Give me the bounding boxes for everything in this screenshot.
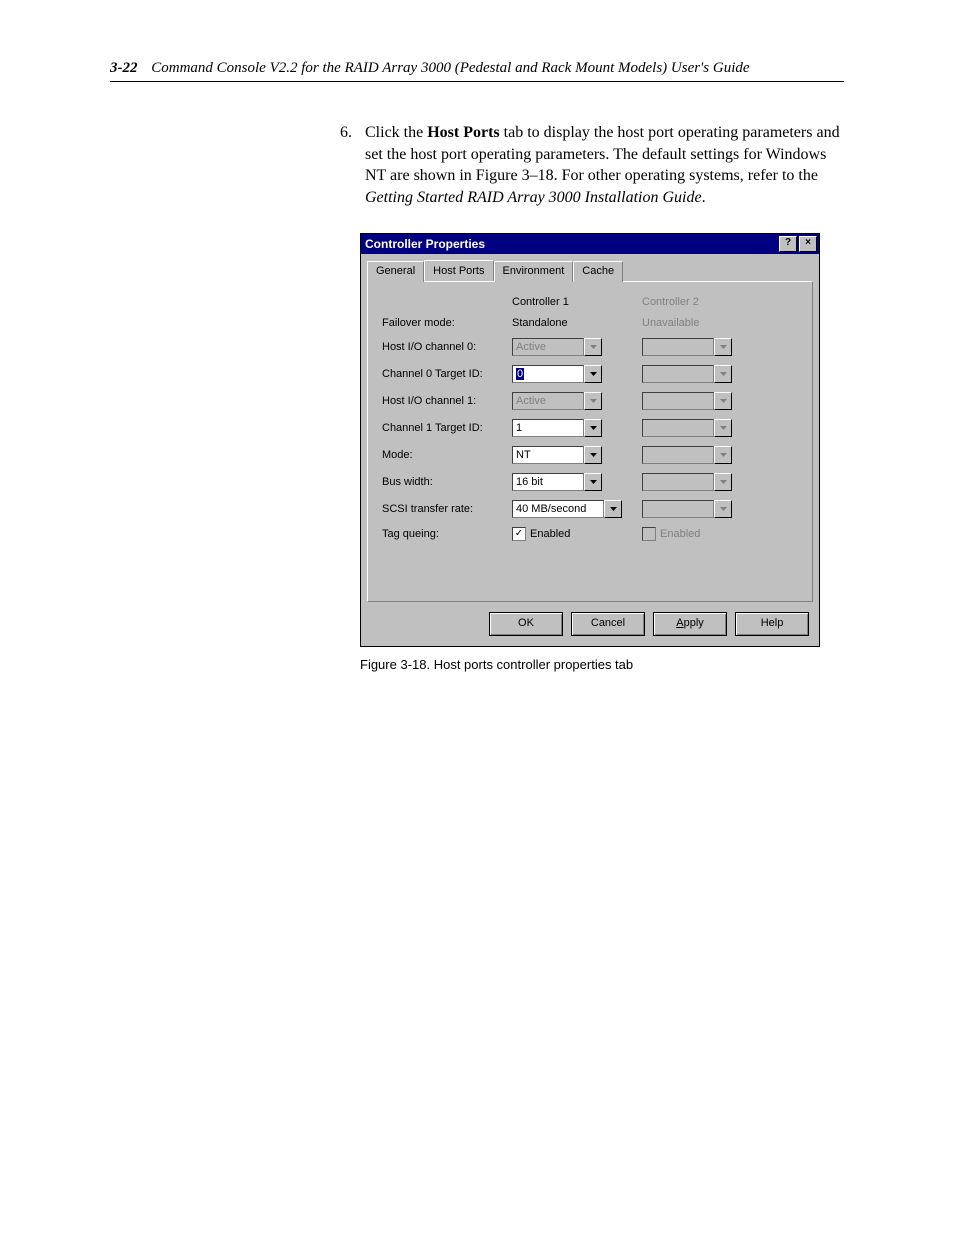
- chevron-down-icon: [714, 473, 732, 491]
- chevron-down-icon: [714, 419, 732, 437]
- chevron-down-icon: [584, 338, 602, 356]
- chevron-down-icon[interactable]: [604, 500, 622, 518]
- help-icon[interactable]: ?: [779, 236, 797, 252]
- combo-ch1-target-c1[interactable]: 1: [512, 419, 602, 437]
- value-failover-c2: Unavailable: [642, 317, 762, 329]
- label-ch0: Host I/O channel 0:: [382, 341, 502, 353]
- combo-buswidth-c2: [642, 473, 732, 491]
- chevron-down-icon: [714, 365, 732, 383]
- col-header-controller1: Controller 1: [512, 296, 632, 308]
- host-ports-panel: Controller 1 Controller 2 Failover mode:…: [367, 281, 813, 602]
- tabstrip: General Host Ports Environment Cache: [361, 254, 819, 281]
- tab-general[interactable]: General: [367, 261, 424, 282]
- combo-ch1-target-c2: [642, 419, 732, 437]
- chevron-down-icon: [714, 446, 732, 464]
- combo-mode-c1[interactable]: NT: [512, 446, 602, 464]
- chevron-down-icon: [714, 500, 732, 518]
- controller-properties-dialog: Controller Properties ? × General Host P…: [360, 233, 820, 647]
- label-ch0-target: Channel 0 Target ID:: [382, 368, 502, 380]
- label-ch1: Host I/O channel 1:: [382, 395, 502, 407]
- combo-ch1-c1: Active: [512, 392, 602, 410]
- combo-scsi-c2: [642, 500, 732, 518]
- tab-cache[interactable]: Cache: [573, 261, 623, 282]
- ok-button[interactable]: OK: [489, 612, 563, 636]
- close-icon[interactable]: ×: [799, 236, 817, 252]
- figure-caption: Figure 3-18. Host ports controller prope…: [360, 657, 844, 672]
- combo-ch0-c2: [642, 338, 732, 356]
- cancel-button[interactable]: Cancel: [571, 612, 645, 636]
- help-button[interactable]: Help: [735, 612, 809, 636]
- chevron-down-icon[interactable]: [584, 419, 602, 437]
- apply-button[interactable]: Apply: [653, 612, 727, 636]
- combo-ch1-c2: [642, 392, 732, 410]
- label-ch1-target: Channel 1 Target ID:: [382, 422, 502, 434]
- chevron-down-icon[interactable]: [584, 473, 602, 491]
- tab-environment[interactable]: Environment: [494, 261, 574, 282]
- check-icon: ✓: [512, 527, 526, 541]
- label-scsi: SCSI transfer rate:: [382, 503, 502, 515]
- combo-ch0-c1: Active: [512, 338, 602, 356]
- col-header-controller2: Controller 2: [642, 296, 762, 308]
- dialog-title: Controller Properties: [365, 237, 777, 251]
- combo-ch0-target-c1[interactable]: 0: [512, 365, 602, 383]
- dialog-buttons: OK Cancel Apply Help: [361, 608, 819, 646]
- checkbox-tag-c2: Enabled: [642, 527, 762, 541]
- chevron-down-icon: [714, 338, 732, 356]
- tab-host-ports[interactable]: Host Ports: [424, 260, 493, 281]
- label-mode: Mode:: [382, 449, 502, 461]
- chevron-down-icon[interactable]: [584, 365, 602, 383]
- label-buswidth: Bus width:: [382, 476, 502, 488]
- label-tag: Tag queing:: [382, 528, 502, 540]
- chevron-down-icon[interactable]: [584, 446, 602, 464]
- doc-title: Command Console V2.2 for the RAID Array …: [151, 60, 749, 76]
- step-number: 6.: [340, 122, 360, 144]
- page-number: 3-22: [110, 60, 138, 76]
- combo-ch0-target-c2: [642, 365, 732, 383]
- chevron-down-icon: [584, 392, 602, 410]
- checkbox-tag-c1[interactable]: ✓ Enabled: [512, 527, 632, 541]
- combo-mode-c2: [642, 446, 732, 464]
- combo-scsi-c1[interactable]: 40 MB/second: [512, 500, 622, 518]
- titlebar: Controller Properties ? ×: [361, 234, 819, 254]
- check-icon: [642, 527, 656, 541]
- step-6: 6.Click the Host Ports tab to display th…: [365, 122, 844, 208]
- running-header: 3-22 Command Console V2.2 for the RAID A…: [110, 60, 844, 82]
- value-failover-c1: Standalone: [512, 317, 632, 329]
- chevron-down-icon: [714, 392, 732, 410]
- combo-buswidth-c1[interactable]: 16 bit: [512, 473, 602, 491]
- label-failover: Failover mode:: [382, 317, 502, 329]
